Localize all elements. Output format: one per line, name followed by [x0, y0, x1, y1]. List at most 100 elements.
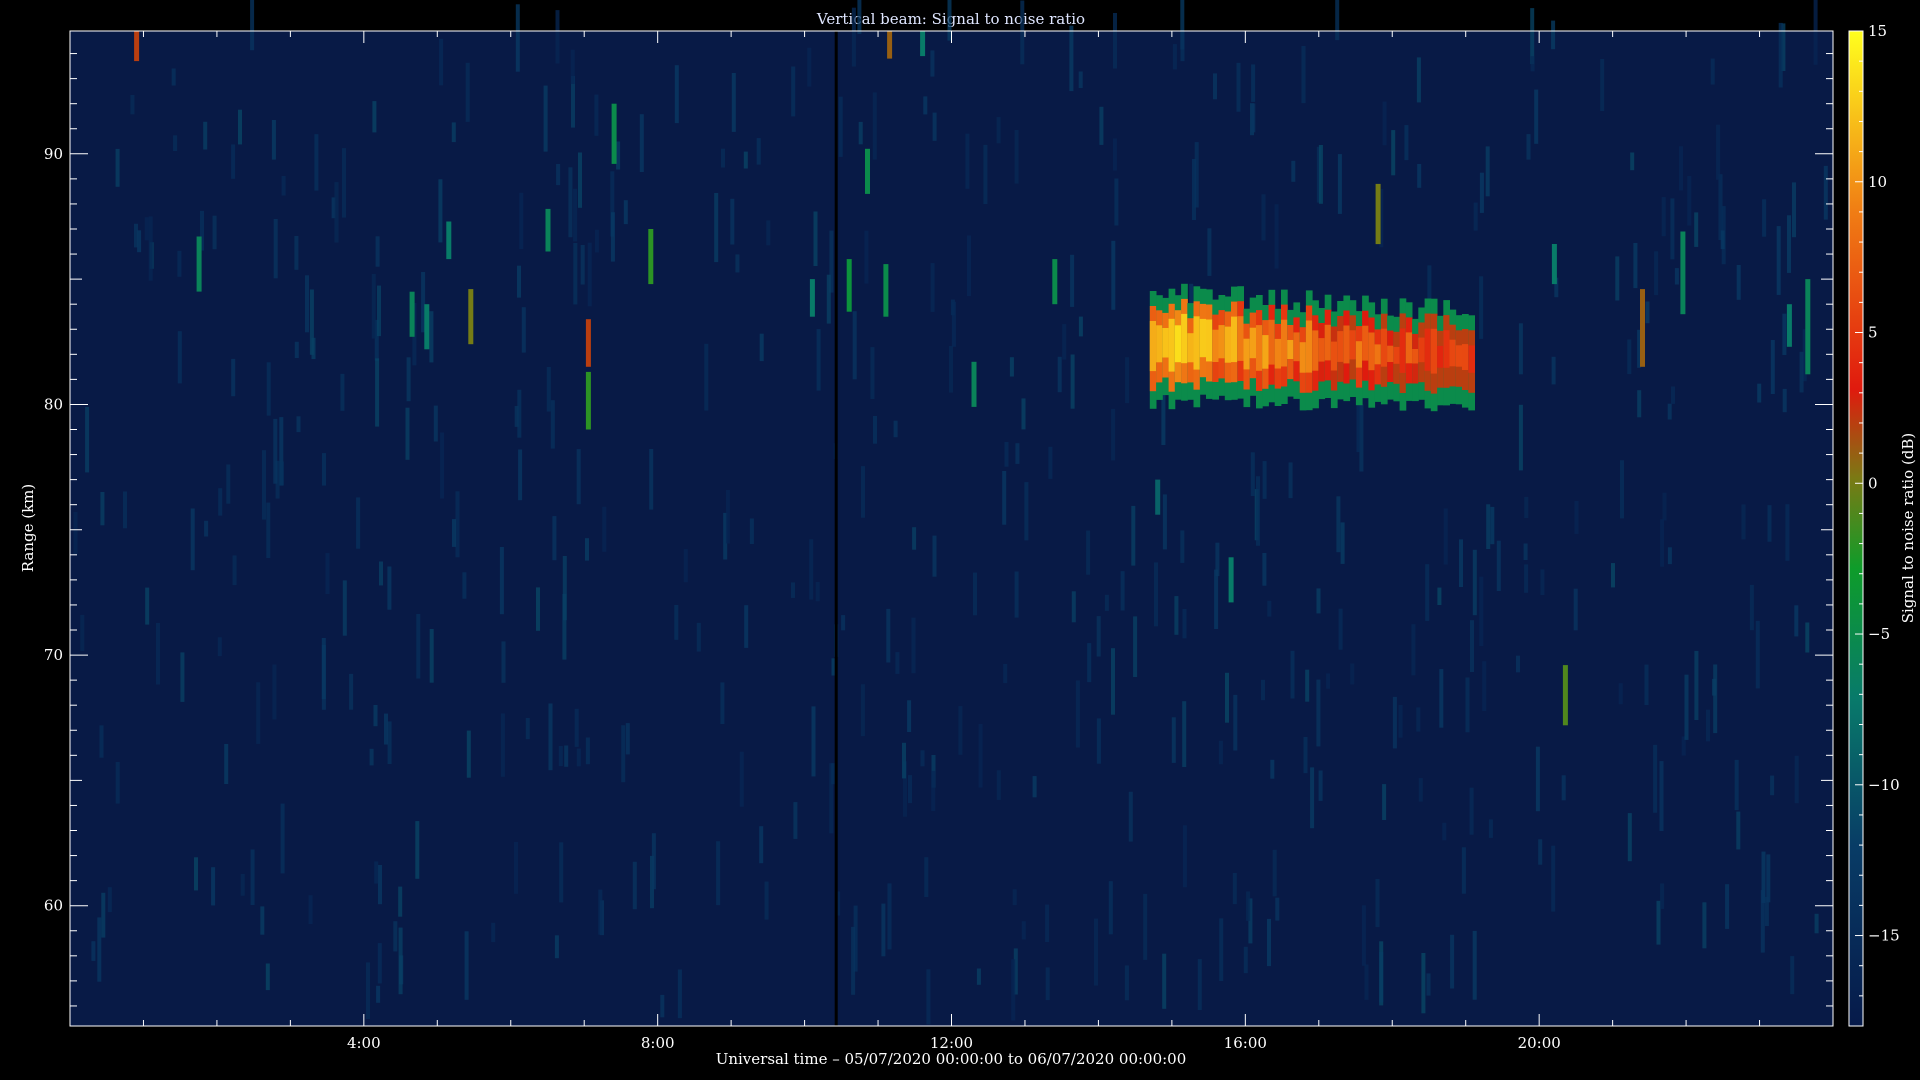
- echo-core: [1224, 326, 1232, 363]
- noise-streak: [1674, 268, 1679, 285]
- noise-streak: [1574, 500, 1579, 534]
- noise-streak: [1472, 549, 1477, 616]
- noise-streak: [322, 453, 326, 486]
- noise-streak: [1794, 755, 1799, 804]
- noise-streak: [1015, 443, 1020, 464]
- noise-streak: [743, 151, 748, 169]
- noise-streak: [791, 66, 796, 117]
- noise-streak: [1762, 199, 1767, 237]
- noise-streak: [1778, 22, 1783, 88]
- noise-streak: [1465, 677, 1470, 733]
- noise-streak: [204, 520, 209, 537]
- noise-streak: [218, 488, 223, 516]
- noise-streak: [107, 887, 112, 913]
- noise-streak: [651, 833, 656, 890]
- noise-streak: [491, 922, 496, 943]
- noise-streak: [632, 861, 637, 910]
- noise-streak: [924, 857, 929, 897]
- noise-streak: [887, 883, 892, 950]
- noise-streak: [519, 192, 524, 250]
- noise-streak: [314, 134, 319, 191]
- noise-streak: [378, 865, 382, 905]
- noise-streak: [1417, 164, 1422, 188]
- noise-streak: [1290, 650, 1295, 699]
- noise-streak: [224, 744, 229, 784]
- noise-streak: [398, 927, 403, 995]
- noise-streak: [1561, 775, 1566, 801]
- noise-streak: [1340, 522, 1345, 564]
- noise-streak: [1243, 946, 1248, 974]
- echo-spot: [585, 319, 591, 367]
- noise-streak: [1382, 101, 1387, 146]
- noise-streak: [393, 921, 398, 952]
- noise-streak: [1450, 934, 1455, 989]
- noise-streak: [1530, 8, 1535, 65]
- noise-streak: [1182, 825, 1187, 888]
- noise-streak: [1416, 707, 1421, 732]
- noise-streak: [1070, 254, 1075, 307]
- noise-streak: [1805, 622, 1810, 653]
- noise-streak: [610, 212, 615, 262]
- noise-streak: [983, 144, 988, 204]
- noise-streak: [813, 211, 818, 266]
- x-tick-label: 4:00: [347, 1034, 381, 1052]
- noise-streak: [1262, 553, 1267, 586]
- noise-streak: [514, 842, 518, 894]
- noise-streak: [1086, 530, 1091, 575]
- noise-streak: [376, 985, 381, 1003]
- noise-streak: [930, 50, 935, 77]
- echo-core: [1237, 316, 1244, 361]
- noise-streak: [594, 229, 599, 253]
- noise-streak: [1375, 879, 1380, 928]
- noise-streak: [764, 881, 769, 920]
- noise-streak: [1113, 13, 1117, 69]
- noise-streak: [1133, 616, 1138, 677]
- noise-streak: [570, 49, 575, 84]
- noise-streak: [1426, 973, 1431, 996]
- noise-streak: [1180, 530, 1185, 563]
- noise-streak: [271, 120, 276, 160]
- colorbar-title: Signal to noise ratio (dB): [1899, 433, 1917, 624]
- noise-streak: [1720, 230, 1725, 250]
- colorbar-tick-label: −15: [1868, 927, 1900, 945]
- noise-streak: [1794, 605, 1799, 637]
- noise-streak: [372, 101, 377, 133]
- noise-streak: [1611, 563, 1615, 588]
- echo-core: [1324, 324, 1332, 361]
- noise-streak: [543, 85, 548, 152]
- noise-streak: [1131, 505, 1136, 566]
- x-axis-title: Universal time – 05/07/2020 00:00:00 to …: [716, 1050, 1187, 1068]
- noise-streak: [266, 362, 271, 416]
- noise-streak: [1661, 197, 1666, 237]
- noise-streak: [1486, 504, 1491, 549]
- noise-streak: [1627, 339, 1632, 375]
- noise-streak: [1171, 717, 1176, 763]
- noise-streak: [1518, 404, 1523, 471]
- noise-streak: [568, 167, 573, 238]
- echo-core: [1274, 338, 1282, 369]
- noise-streak: [861, 466, 865, 518]
- noise-streak: [101, 892, 106, 938]
- noise-streak: [97, 917, 102, 982]
- noise-streak: [1662, 492, 1667, 521]
- noise-streak: [930, 263, 935, 312]
- noise-streak: [518, 449, 523, 501]
- noise-streak: [342, 148, 346, 218]
- echo-spot: [545, 208, 551, 252]
- noise-streak: [1057, 356, 1062, 393]
- echo-spot: [971, 361, 977, 407]
- noise-streak: [115, 148, 120, 187]
- noise-streak: [1232, 873, 1237, 905]
- noise-streak: [1736, 811, 1741, 850]
- echo-core: [1374, 344, 1382, 365]
- noise-streak: [1174, 596, 1179, 635]
- noise-streak: [1143, 893, 1148, 960]
- noise-streak: [232, 555, 237, 586]
- noise-streak: [1162, 953, 1167, 1009]
- noise-streak: [521, 307, 526, 353]
- noise-streak: [1305, 669, 1310, 702]
- noise-streak: [1694, 650, 1699, 720]
- noise-streak: [725, 489, 730, 544]
- noise-streak: [1021, 921, 1026, 940]
- echo-core: [1149, 321, 1157, 372]
